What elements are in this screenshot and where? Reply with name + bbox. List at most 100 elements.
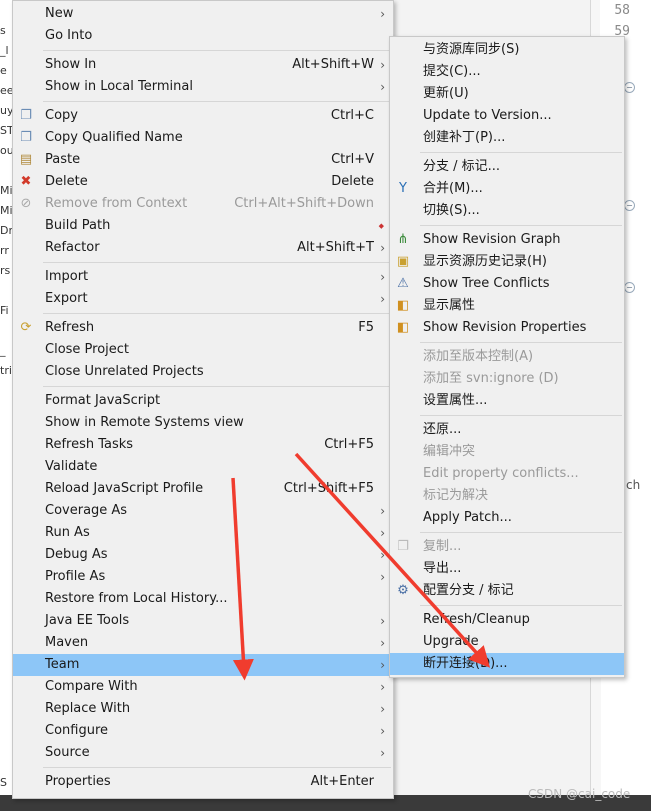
menu-item-build-path[interactable]: Build Path ◆ bbox=[13, 215, 393, 237]
menu-item-label: Delete bbox=[45, 174, 88, 189]
menu-item-import[interactable]: Import › bbox=[13, 266, 393, 288]
submenu-arrow-icon: › bbox=[380, 7, 385, 21]
menu-item-label: Close Project bbox=[45, 342, 130, 357]
menu-item-properties[interactable]: Properties Alt+Enter bbox=[13, 771, 393, 793]
menu-item-java-ee-tools[interactable]: Java EE Tools › bbox=[13, 610, 393, 632]
menu-item-run-as[interactable]: Run As › bbox=[13, 522, 393, 544]
menu-item-format-javascript[interactable]: Format JavaScript bbox=[13, 390, 393, 412]
tree-item-fragment: tri bbox=[0, 364, 12, 377]
fold-icon[interactable]: − bbox=[624, 200, 635, 211]
menu-item-upgrade[interactable]: Upgrade bbox=[390, 631, 624, 653]
menu-item-team[interactable]: Team › bbox=[13, 654, 393, 676]
menu-separator bbox=[420, 531, 622, 533]
menu-item-compare-with[interactable]: Compare With › bbox=[13, 676, 393, 698]
menu-item-label: New bbox=[45, 6, 74, 21]
history-icon: ▣ bbox=[396, 254, 410, 269]
menu-item-label: Validate bbox=[45, 459, 98, 474]
copy-disabled-icon: ❐ bbox=[397, 539, 409, 554]
menu-item-shortcut: Alt+Enter bbox=[310, 774, 374, 789]
menu-item-close-project[interactable]: Close Project bbox=[13, 339, 393, 361]
menu-item-source[interactable]: Source › bbox=[13, 742, 393, 764]
menu-item-label: Restore from Local History... bbox=[45, 591, 228, 606]
menu-item-show-revision-graph[interactable]: ⋔ Show Revision Graph bbox=[390, 229, 624, 251]
submenu-arrow-icon: › bbox=[380, 548, 385, 562]
tree-item-fragment: Dr bbox=[0, 224, 12, 237]
menu-item-close-unrelated-projects[interactable]: Close Unrelated Projects bbox=[13, 361, 393, 383]
menu-item-u[interactable]: 更新(U) bbox=[390, 83, 624, 105]
tree-item-fragment: s bbox=[0, 24, 6, 37]
menu-item-label: Show Revision Graph bbox=[423, 232, 561, 247]
menu-item-item[interactable]: 导出... bbox=[390, 558, 624, 580]
submenu-arrow-icon: › bbox=[380, 658, 385, 672]
menu-item-refactor[interactable]: Refactor Alt+Shift+T › bbox=[13, 237, 393, 259]
menu-item-show-revision-properties[interactable]: ◧ Show Revision Properties bbox=[390, 317, 624, 339]
menu-item-debug-as[interactable]: Debug As › bbox=[13, 544, 393, 566]
menu-item-refresh-cleanup[interactable]: Refresh/Cleanup bbox=[390, 609, 624, 631]
menu-item-refresh-tasks[interactable]: Refresh Tasks Ctrl+F5 bbox=[13, 434, 393, 456]
menu-item-label: Copy Qualified Name bbox=[45, 130, 183, 145]
menu-item-apply-patch[interactable]: Apply Patch... bbox=[390, 507, 624, 529]
submenu-arrow-icon: › bbox=[380, 702, 385, 716]
menu-item-label: Run As bbox=[45, 525, 90, 540]
menu-item-reload-javascript-profile[interactable]: Reload JavaScript Profile Ctrl+Shift+F5 bbox=[13, 478, 393, 500]
menu-item-label: 还原... bbox=[423, 422, 462, 437]
menu-separator bbox=[420, 341, 622, 343]
menu-item-profile-as[interactable]: Profile As › bbox=[13, 566, 393, 588]
tree-conflicts-icon: ⚠ bbox=[397, 276, 409, 291]
fold-icon[interactable]: − bbox=[624, 82, 635, 93]
menu-item-show-in-remote-systems-view[interactable]: Show in Remote Systems view bbox=[13, 412, 393, 434]
menu-item-configure[interactable]: Configure › bbox=[13, 720, 393, 742]
menu-item-item[interactable]: ◧ 显示属性 bbox=[390, 295, 624, 317]
menu-item-label: Show In bbox=[45, 57, 97, 72]
menu-item-restore-from-local-history[interactable]: Restore from Local History... bbox=[13, 588, 393, 610]
menu-item-d[interactable]: 断开连接(D)... bbox=[390, 653, 624, 675]
menu-separator bbox=[420, 414, 622, 416]
tree-item-fragment: ee bbox=[0, 84, 12, 97]
menu-item-label: Update to Version... bbox=[423, 108, 552, 123]
menu-item-new[interactable]: New › bbox=[13, 3, 393, 25]
fold-icon[interactable]: − bbox=[624, 282, 635, 293]
menu-item-show-in[interactable]: Show In Alt+Shift+W › bbox=[13, 54, 393, 76]
menu-item-h[interactable]: ▣ 显示资源历史记录(H) bbox=[390, 251, 624, 273]
menu-item-shortcut: Alt+Shift+W bbox=[292, 57, 374, 72]
menu-item-item[interactable]: ⚙ 配置分支 / 标记 bbox=[390, 580, 624, 602]
menu-item-copy-qualified-name[interactable]: ❐ Copy Qualified Name bbox=[13, 127, 393, 149]
menu-item-s[interactable]: 与资源库同步(S) bbox=[390, 39, 624, 61]
menu-item-label: 提交(C)... bbox=[423, 64, 481, 79]
menu-item-shortcut: Delete bbox=[331, 174, 374, 189]
menu-item-label: Maven bbox=[45, 635, 89, 650]
menu-item-label: Configure bbox=[45, 723, 109, 738]
menu-item-label: Reload JavaScript Profile bbox=[45, 481, 204, 496]
menu-item-update-to-version[interactable]: Update to Version... bbox=[390, 105, 624, 127]
menu-item-maven[interactable]: Maven › bbox=[13, 632, 393, 654]
menu-item-c[interactable]: 提交(C)... bbox=[390, 61, 624, 83]
refresh-icon: ⟳ bbox=[20, 320, 32, 335]
menu-item-show-tree-conflicts[interactable]: ⚠ Show Tree Conflicts bbox=[390, 273, 624, 295]
delete-icon: ✖ bbox=[20, 174, 32, 189]
menu-item-validate[interactable]: Validate bbox=[13, 456, 393, 478]
menu-item-replace-with[interactable]: Replace With › bbox=[13, 698, 393, 720]
menu-item-delete[interactable]: ✖ Delete Delete bbox=[13, 171, 393, 193]
menu-item-item[interactable]: 还原... bbox=[390, 419, 624, 441]
menu-item-m[interactable]: Y 合并(M)... bbox=[390, 178, 624, 200]
menu-item-p[interactable]: 创建补丁(P)... bbox=[390, 127, 624, 149]
submenu-arrow-icon: › bbox=[380, 746, 385, 760]
menu-item-coverage-as[interactable]: Coverage As › bbox=[13, 500, 393, 522]
menu-item-show-in-local-terminal[interactable]: Show in Local Terminal › bbox=[13, 76, 393, 98]
menu-item-paste[interactable]: ▤ Paste Ctrl+V bbox=[13, 149, 393, 171]
tree-item-fragment: _l bbox=[0, 44, 9, 57]
menu-item-refresh[interactable]: ⟳ Refresh F5 bbox=[13, 317, 393, 339]
menu-item-label: 设置属性... bbox=[423, 393, 488, 408]
tree-item-fragment: Mi bbox=[0, 204, 12, 217]
tree-item-fragment: ST bbox=[0, 124, 12, 137]
menu-item-go-into[interactable]: Go Into bbox=[13, 25, 393, 47]
menu-item-s[interactable]: 切换(S)... bbox=[390, 200, 624, 222]
menu-item-item[interactable]: 分支 / 标记... bbox=[390, 156, 624, 178]
menu-item-copy[interactable]: ❐ Copy Ctrl+C bbox=[13, 105, 393, 127]
menu-item-export[interactable]: Export › bbox=[13, 288, 393, 310]
menu-item-label: 更新(U) bbox=[423, 86, 469, 101]
menu-item-label: Upgrade bbox=[423, 634, 479, 649]
context-menu: New › Go Into Show In Alt+Shift+W › Show in Lo… bbox=[12, 0, 394, 799]
menu-item-label: 复制... bbox=[423, 539, 462, 554]
menu-item-item[interactable]: 设置属性... bbox=[390, 390, 624, 412]
